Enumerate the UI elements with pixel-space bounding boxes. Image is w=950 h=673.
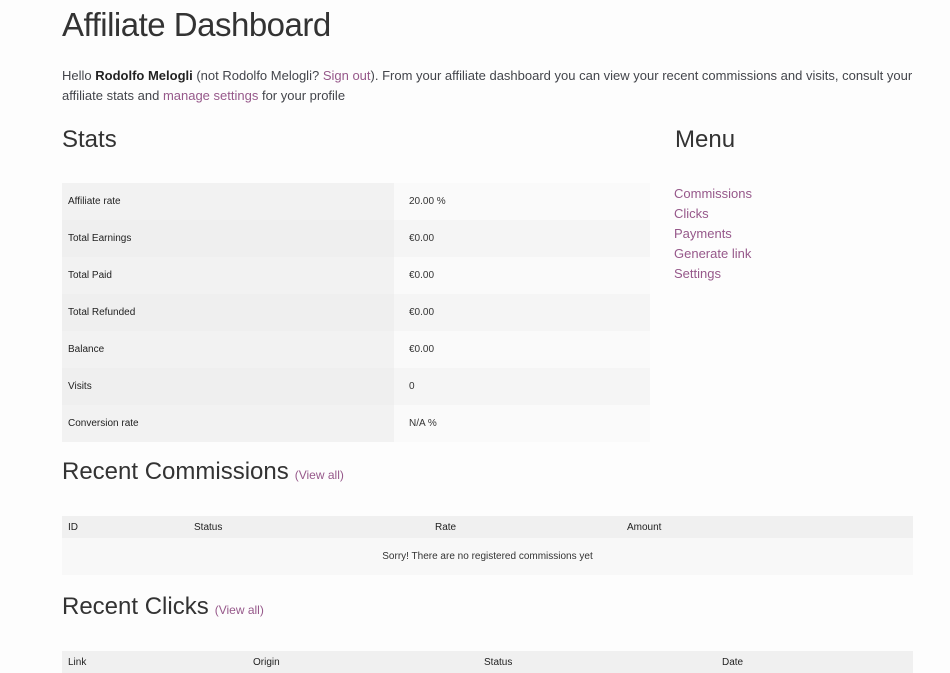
column-header-link: Link — [68, 656, 87, 668]
stat-label: Balance — [62, 331, 394, 368]
column-header-rate: Rate — [435, 521, 457, 533]
stat-label: Total Earnings — [62, 220, 394, 257]
commissions-table: ID Status Rate Amount Sorry! There are n… — [62, 516, 913, 575]
table-row: Total Paid €0.00 — [62, 257, 650, 294]
column-header-status: Status — [484, 656, 513, 668]
manage-settings-link[interactable]: manage settings — [163, 88, 258, 103]
sign-out-link[interactable]: Sign out — [323, 68, 371, 83]
menu-item-settings[interactable]: Settings — [674, 264, 752, 284]
intro-tail: for your profile — [258, 88, 346, 103]
affiliate-menu: Commissions Clicks Payments Generate lin… — [674, 184, 752, 284]
stat-value: €0.00 — [394, 331, 650, 368]
stat-label: Total Refunded — [62, 294, 394, 331]
menu-item-generate-link[interactable]: Generate link — [674, 244, 752, 264]
not-user-text: (not Rodolfo Melogli? — [192, 68, 323, 83]
page-title: Affiliate Dashboard — [62, 6, 331, 43]
user-name: Rodolfo Melogli — [95, 68, 193, 83]
recent-clicks-header: Recent Clicks (View all) — [62, 593, 264, 621]
column-header-origin: Origin — [253, 656, 280, 668]
empty-message: Sorry! There are no registered commissio… — [62, 538, 913, 575]
table-row: Total Earnings €0.00 — [62, 220, 650, 257]
stat-label: Visits — [62, 368, 394, 405]
recent-clicks-title: Recent Clicks — [62, 593, 209, 620]
stat-label: Conversion rate — [62, 405, 394, 442]
table-row: Balance €0.00 — [62, 331, 650, 368]
stat-value: 0 — [394, 368, 650, 405]
stat-value: €0.00 — [394, 257, 650, 294]
menu-item-payments[interactable]: Payments — [674, 224, 752, 244]
column-header-id: ID — [68, 521, 78, 533]
column-header-amount: Amount — [627, 521, 662, 533]
hello-text: Hello — [62, 68, 96, 83]
table-row: Visits 0 — [62, 368, 650, 405]
table-row: Total Refunded €0.00 — [62, 294, 650, 331]
table-row: Affiliate rate 20.00 % — [62, 183, 650, 220]
table-header: ID Status Rate Amount — [62, 516, 913, 538]
table-header: Link Origin Status Date — [62, 651, 913, 673]
intro-text: Hello Rodolfo Melogli (not Rodolfo Melog… — [62, 66, 914, 106]
stat-value: €0.00 — [394, 294, 650, 331]
stat-label: Total Paid — [62, 257, 394, 294]
clicks-table: Link Origin Status Date — [62, 651, 913, 673]
stat-value: €0.00 — [394, 220, 650, 257]
recent-commissions-header: Recent Commissions (View all) — [62, 458, 344, 486]
column-header-date: Date — [722, 656, 744, 668]
stats-table: Affiliate rate 20.00 % Total Earnings €0.0… — [62, 183, 650, 442]
stat-value: 20.00 % — [394, 183, 650, 220]
recent-commissions-title: Recent Commissions — [62, 458, 289, 485]
stats-title: Stats — [62, 126, 117, 153]
stat-label: Affiliate rate — [62, 183, 394, 220]
menu-item-clicks[interactable]: Clicks — [674, 204, 752, 224]
table-row: Conversion rate N/A % — [62, 405, 650, 442]
commissions-view-all-link[interactable]: (View all) — [295, 468, 344, 482]
menu-item-commissions[interactable]: Commissions — [674, 184, 752, 204]
stat-value: N/A % — [394, 405, 650, 442]
clicks-view-all-link[interactable]: (View all) — [215, 603, 264, 617]
menu-title: Menu — [675, 126, 736, 153]
column-header-status: Status — [194, 521, 223, 533]
